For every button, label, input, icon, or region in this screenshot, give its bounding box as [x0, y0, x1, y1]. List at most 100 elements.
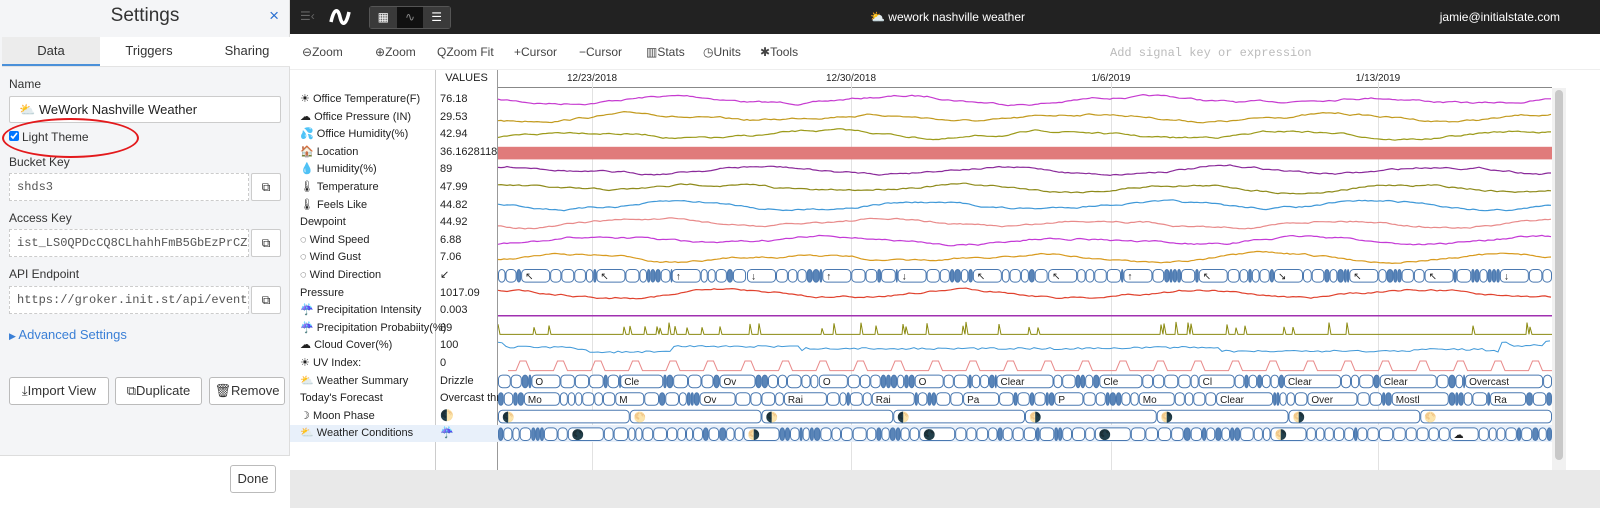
done-button[interactable]: Done [230, 465, 276, 493]
state-segment [939, 269, 950, 283]
state-segment [954, 269, 961, 283]
duplicate-button[interactable]: ⧉Duplicate [115, 377, 202, 405]
api-endpoint-input[interactable]: https://groker.init.st/api/events [9, 286, 249, 314]
state-segment [1077, 269, 1086, 283]
state-segment [1306, 427, 1316, 441]
signal-icon: 🌡 [300, 198, 314, 211]
state-segment [1456, 269, 1472, 283]
scrollbar[interactable] [1552, 88, 1566, 470]
user-email[interactable]: jamie@initialstate.com [1440, 10, 1560, 24]
tiles-view-icon[interactable]: ▦ [370, 7, 397, 28]
scrollbar-thumb[interactable] [1555, 90, 1563, 460]
state-segment [790, 427, 800, 441]
state-segment [1115, 392, 1122, 406]
copy-api-endpoint-button[interactable]: ⧉ [251, 286, 281, 314]
state-segment [994, 374, 997, 389]
copy-access-key-button[interactable]: ⧉ [251, 229, 281, 257]
state-segment [1496, 427, 1506, 441]
state-segment [1153, 374, 1165, 389]
bucket-key-input[interactable]: shds3 [9, 173, 249, 201]
toolbar-clock-button[interactable]: ◷Units [703, 45, 741, 59]
series-line [498, 199, 1552, 212]
signal-value: Overcast thr [440, 392, 498, 405]
state-segment [866, 427, 877, 441]
state-segment [877, 269, 882, 283]
signal-name: ☁ Cloud Cover(%) [300, 339, 393, 352]
import-view-button[interactable]: ⤓Import View [9, 377, 109, 405]
state-segment [1248, 374, 1258, 389]
state-segment [761, 409, 894, 424]
tab-triggers[interactable]: Triggers [100, 37, 198, 66]
toolbar-minus-button[interactable]: −Cursor [579, 45, 622, 59]
zoom-in-icon: ⊕ [375, 45, 386, 59]
sidebar-toggle-icon[interactable]: ☰‹ [300, 9, 315, 23]
waves-view-icon[interactable]: ∿ [396, 7, 424, 28]
advanced-settings-link[interactable]: ▶ Advanced Settings [9, 327, 127, 342]
state-segment [629, 409, 762, 424]
state-segment [594, 392, 603, 406]
signal-icon: ◌ [300, 269, 307, 281]
bar-chart-icon: ▥ [646, 45, 658, 59]
state-segment [1169, 269, 1173, 283]
tab-sharing[interactable]: Sharing [198, 37, 296, 66]
state-label: ↓ [751, 272, 756, 283]
state-segment [1130, 427, 1146, 441]
state-segment [575, 392, 583, 406]
state-segment [1315, 427, 1325, 441]
copy-bucket-key-button[interactable]: ⧉ [251, 173, 281, 201]
name-label: Name [9, 77, 42, 91]
state-segment [1340, 374, 1351, 389]
signal-name: ◌ Wind Direction [300, 269, 382, 281]
state-segment [960, 269, 969, 283]
state-segment [849, 392, 863, 406]
signal-icon: ⛅ [300, 427, 314, 440]
state-segment [707, 269, 716, 283]
state-segment [755, 374, 762, 389]
toolbar-zoom-fit-button[interactable]: QZoom Fit [437, 45, 494, 59]
state-segment [931, 392, 937, 406]
toolbar-plus-button[interactable]: +Cursor [514, 45, 557, 59]
state-segment [639, 269, 647, 283]
toolbar-zoom-in-button[interactable]: ⊕Zoom [375, 45, 416, 59]
signal-expression-input[interactable]: Add signal key or expression [1100, 40, 1580, 66]
state-segment [1177, 269, 1182, 283]
signal-value: Drizzle [440, 374, 474, 387]
lines-view-icon[interactable]: ☰ [423, 7, 451, 28]
state-segment [1034, 392, 1046, 406]
state-label: ↖ [1052, 272, 1060, 283]
state-segment [732, 269, 747, 283]
signal-value: 1017.09 [440, 286, 480, 299]
state-segment [543, 427, 558, 441]
signal-icon: ☀ [300, 357, 310, 369]
signal-icon: ⛅ [300, 374, 314, 387]
toolbar-gear-button[interactable]: ✱Tools [760, 45, 798, 59]
state-segment [846, 392, 850, 406]
state-segment [1085, 374, 1094, 389]
signal-icon: ☁ [300, 110, 311, 123]
state-segment [625, 269, 640, 283]
state-segment [589, 374, 604, 389]
remove-button[interactable]: 🗑Remove [209, 377, 285, 405]
signal-icon: 💦 [300, 128, 314, 141]
state-segment [1142, 374, 1154, 389]
tab-data[interactable]: Data [2, 37, 100, 66]
series-line [498, 217, 1552, 230]
toolbar-zoom-out-button[interactable]: ⊖Zoom [302, 45, 343, 59]
state-label: ↖ [525, 272, 533, 283]
values-header: VALUES [445, 72, 488, 84]
state-segment [1344, 427, 1354, 441]
close-icon[interactable]: × [269, 6, 279, 26]
state-segment [1416, 427, 1429, 441]
state-segment [893, 409, 1025, 424]
plot-area[interactable]: ↖ ↖ ↑ ↓ ↑ ↓ ↖ ↖ ↑ ↖ ↘ ↖ ↖ ↓ O Cle Ov O O Clear Cle Cl Clear Cle… [498, 88, 1552, 470]
state-segment [1002, 427, 1013, 441]
signal-name: 💧 Humidity(%) [300, 163, 377, 176]
state-segment [519, 427, 532, 441]
access-key-input[interactable]: ist_LS0QPDcCQ8CLhahhFmB5GbEzPrCZD [9, 229, 249, 257]
toolbar-bar-chart-button[interactable]: ▥Stats [646, 45, 685, 59]
signal-name: 🌡 Feels Like [300, 198, 368, 211]
state-label: 🌗 [1029, 410, 1041, 423]
state-segment [810, 374, 819, 389]
state-segment [690, 392, 694, 406]
signal-icon: ☁ [300, 339, 311, 352]
